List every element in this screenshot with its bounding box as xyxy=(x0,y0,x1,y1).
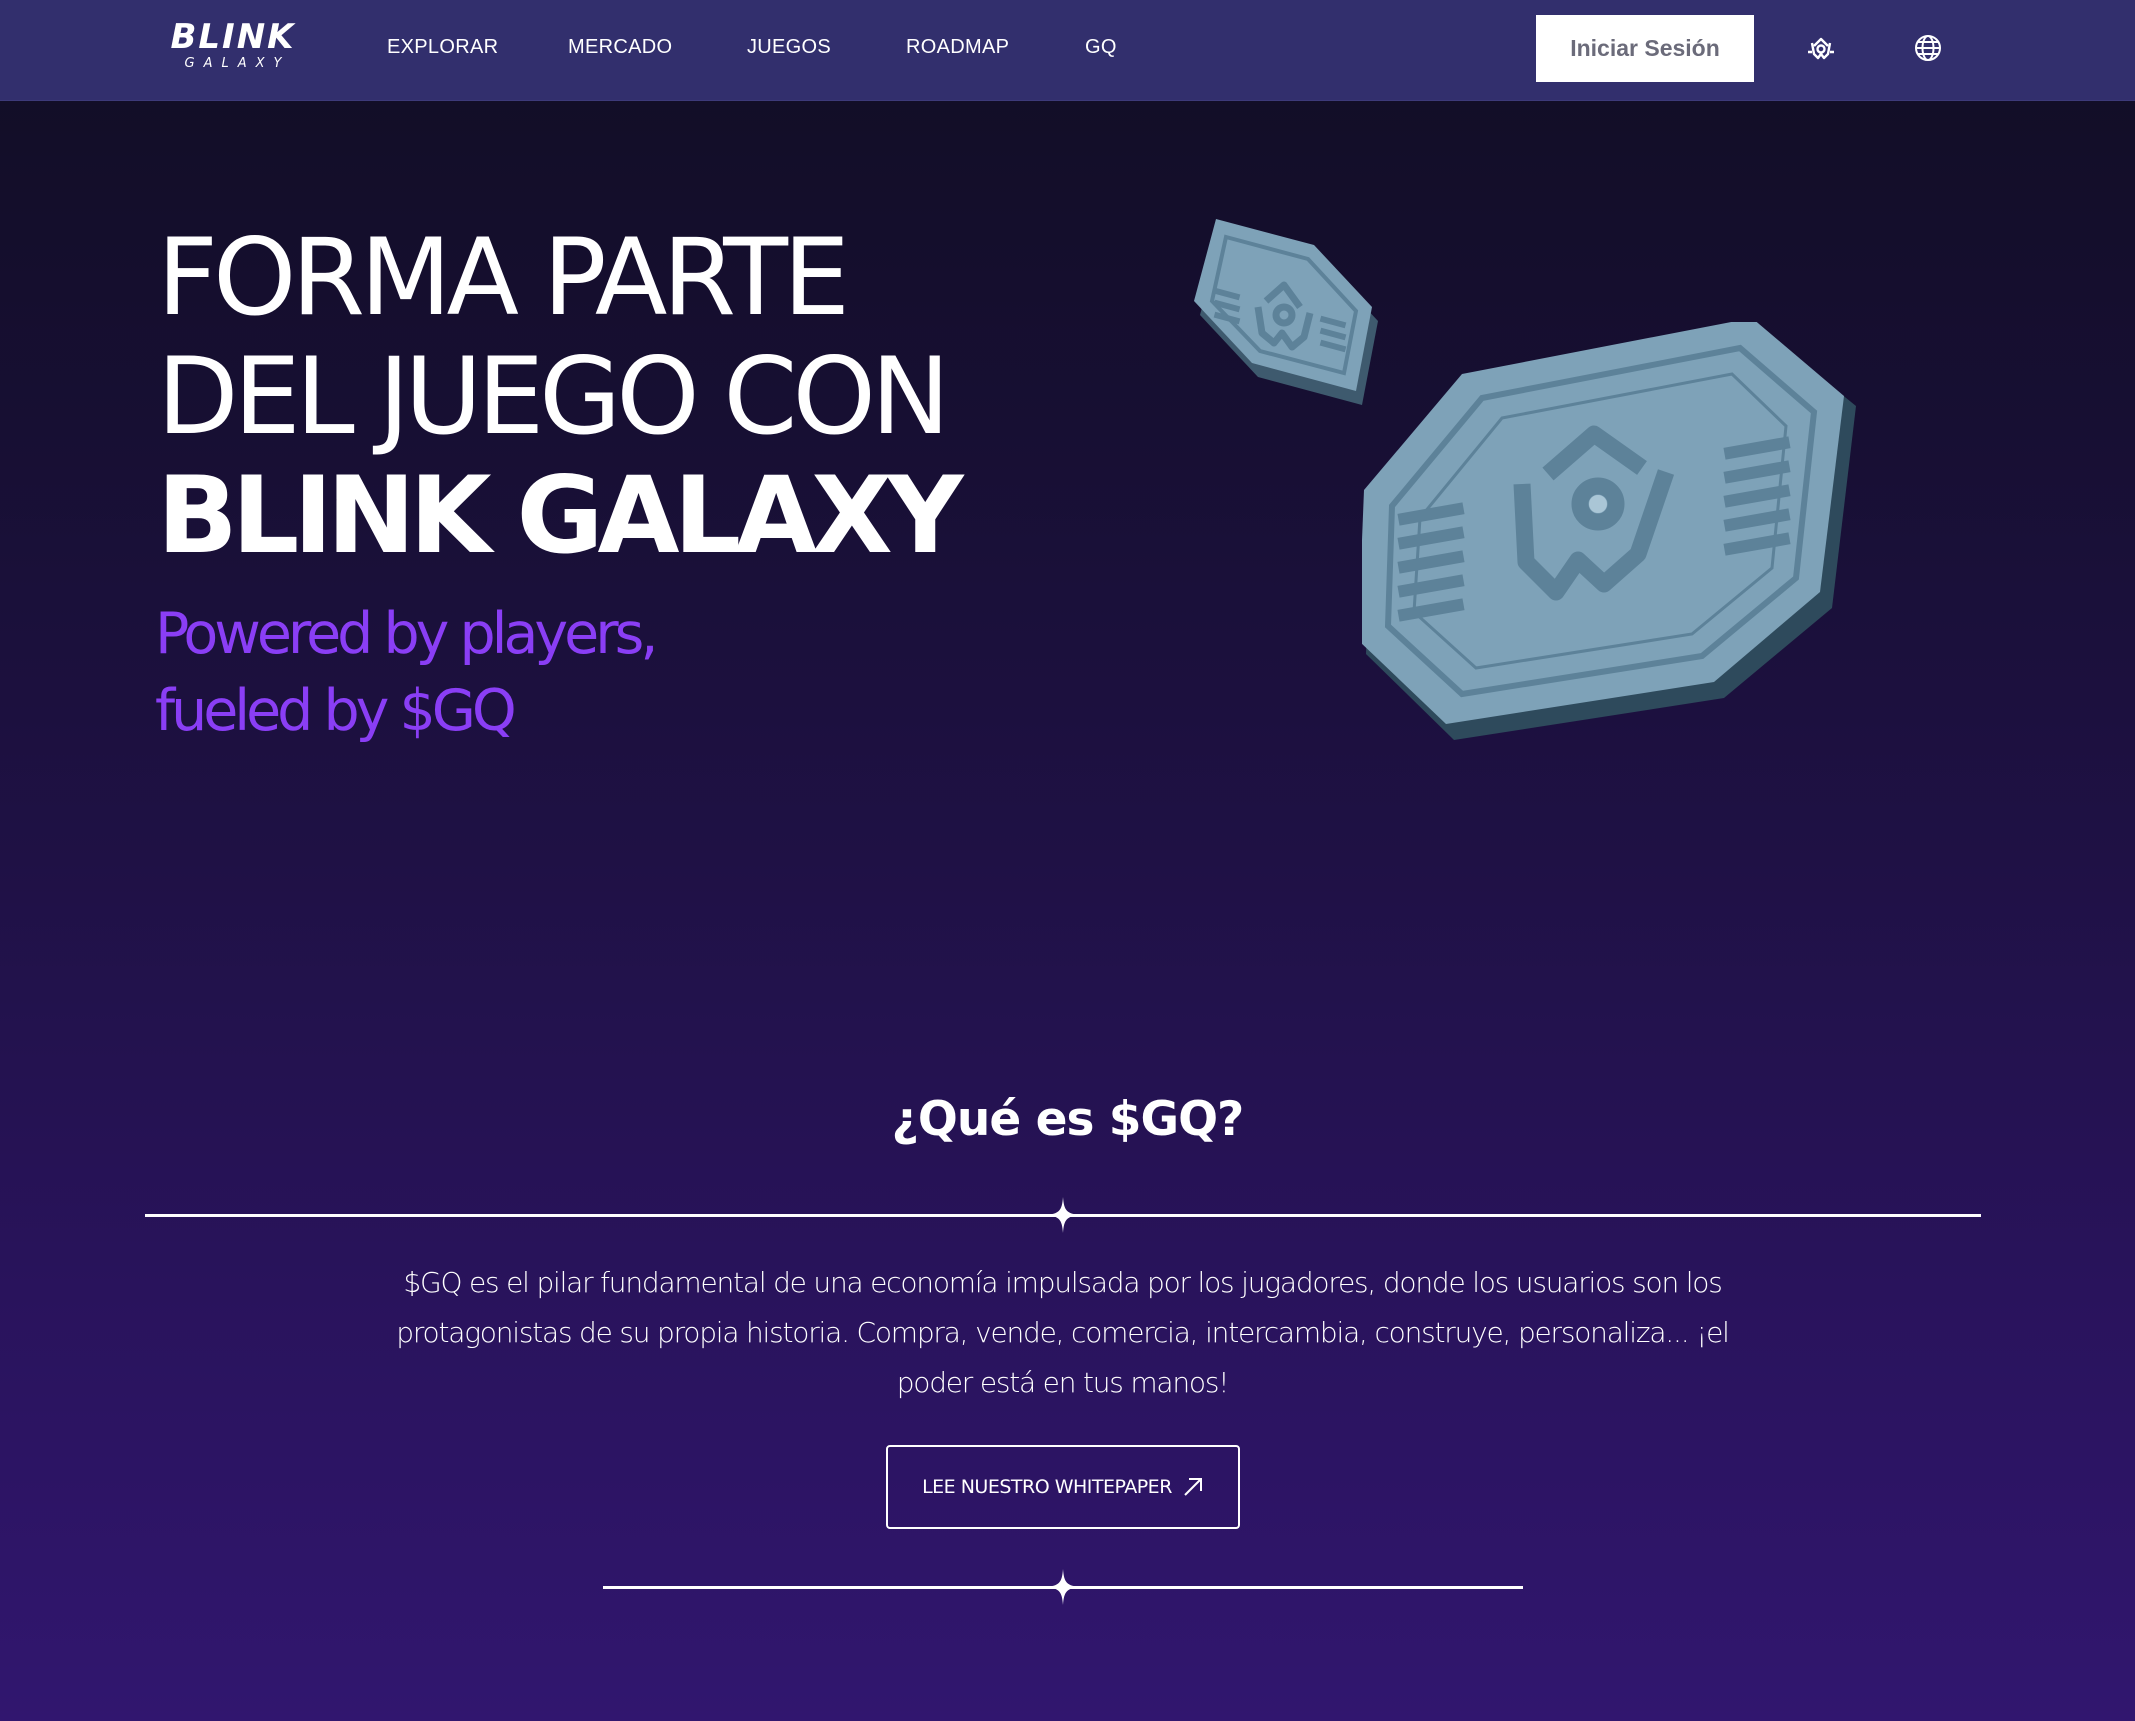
section-divider-bottom xyxy=(603,1567,1523,1607)
nav-link-mercado[interactable]: MERCADO xyxy=(568,36,672,62)
whitepaper-button-label: LEE NUESTRO WHITEPAPER xyxy=(922,1476,1172,1498)
sparkle-icon xyxy=(1045,1569,1081,1605)
whitepaper-button[interactable]: LEE NUESTRO WHITEPAPER xyxy=(886,1445,1240,1529)
globe-icon[interactable] xyxy=(1910,30,1946,66)
login-button[interactable]: Iniciar Sesión xyxy=(1536,15,1754,82)
blink-galaxy-logo[interactable]: BLINK GALAXY xyxy=(163,20,303,78)
hero-title: FORMA PARTE DEL JUEGO CON BLINK GALAXY xyxy=(157,218,1117,575)
nav-link-gq[interactable]: GQ xyxy=(1085,36,1117,62)
nav-link-roadmap[interactable]: ROADMAP xyxy=(906,36,1009,62)
nav-link-explorar[interactable]: EXPLORAR xyxy=(387,36,498,62)
hero-subtitle-line-2: fueled by $GQ xyxy=(155,678,517,744)
logo-subtitle: GALAXY xyxy=(184,56,291,71)
top-navbar: BLINK GALAXY EXPLORAR MERCADO JUEGOS ROA… xyxy=(0,0,2135,101)
hero-subtitle-line-1: Powered by players, xyxy=(155,601,658,667)
section-title: ¿Qué es $GQ? xyxy=(891,1092,1245,1147)
logo-wordmark: BLINK xyxy=(170,17,296,57)
hero-title-line-3: BLINK GALAXY xyxy=(157,454,964,577)
section-description: $GQ es el pilar fundamental de una econo… xyxy=(396,1266,1730,1399)
external-arrow-icon xyxy=(1184,1478,1202,1496)
gq-token-icon[interactable] xyxy=(1803,30,1839,66)
section-divider-top xyxy=(145,1195,1981,1235)
sparkle-icon xyxy=(1045,1197,1081,1233)
gq-coin-large-image xyxy=(1362,322,1856,740)
hero-title-line-1: FORMA PARTE xyxy=(157,216,850,339)
nav-link-juegos[interactable]: JUEGOS xyxy=(747,36,831,62)
hero-title-line-2: DEL JUEGO CON xyxy=(157,335,950,458)
gq-coin-small-image xyxy=(1194,219,1378,405)
hero-subtitle: Powered by players, fueled by $GQ xyxy=(155,596,855,750)
